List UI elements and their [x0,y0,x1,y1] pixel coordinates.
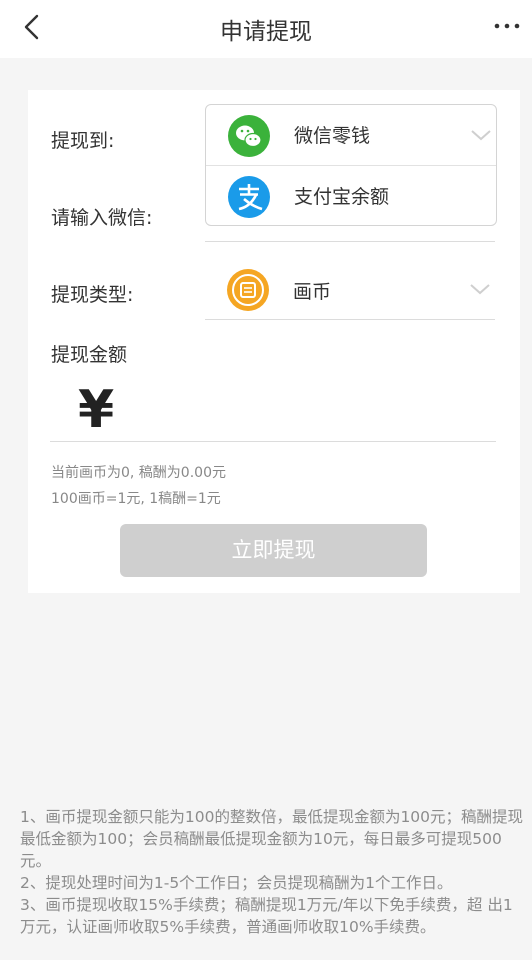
rule-3: 3、画币提现收取15%手续费；稿酬提现1万元/年以下免手续费，超 出1万元，认证… [20,896,513,936]
option-alipay-balance[interactable]: 支付宝余额 [206,166,496,226]
huabi-coin-icon [227,269,269,311]
withdraw-submit-button[interactable]: 立即提现 [120,524,427,577]
top-bar: 申请提现 [0,0,532,58]
withdraw-type-value: 画币 [293,281,332,303]
balance-info: 当前画币为0, 稿酬为0.00元 [51,465,226,481]
chevron-down-icon [470,284,490,295]
rule-1: 1、画币提现金额只能为100的整数倍，最低提现金额为100元；稿酬提现最低金额为… [20,808,524,870]
type-underline [205,319,495,320]
amount-label: 提现金额 [51,344,128,366]
more-options-icon[interactable] [492,14,522,38]
chevron-down-icon [471,130,491,141]
option-wechat-label: 微信零钱 [294,125,371,147]
withdraw-method-dropdown[interactable]: 微信零钱 支付宝余额 [205,104,497,226]
wechat-icon [228,115,270,157]
withdraw-type-select[interactable]: 画币 [205,258,495,320]
wechat-account-label: 请输入微信: [51,207,153,229]
option-alipay-label: 支付宝余额 [294,186,390,208]
amount-input[interactable] [138,382,495,438]
page-title: 申请提现 [220,19,312,45]
withdraw-rules: 1、画币提现金额只能为100的整数倍，最低提现金额为100元；稿酬提现最低金额为… [20,806,525,938]
alipay-icon [228,176,270,218]
amount-underline [50,441,496,442]
withdraw-to-label: 提现到: [51,130,115,152]
withdraw-type-label: 提现类型: [51,284,134,306]
withdraw-form-card: 提现到: 请输入微信: 微信零钱 支付宝余额 提现类型: 画币 提现金额 ¥ 当… [28,90,520,593]
rule-2: 2、提现处理时间为1-5个工作日；会员提现稿酬为1个工作日。 [20,874,453,892]
wechat-input-underline [205,241,495,242]
currency-symbol: ¥ [78,380,115,440]
option-wechat-change[interactable]: 微信零钱 [206,105,496,165]
exchange-rate-info: 100画币=1元, 1稿酬=1元 [51,491,221,507]
